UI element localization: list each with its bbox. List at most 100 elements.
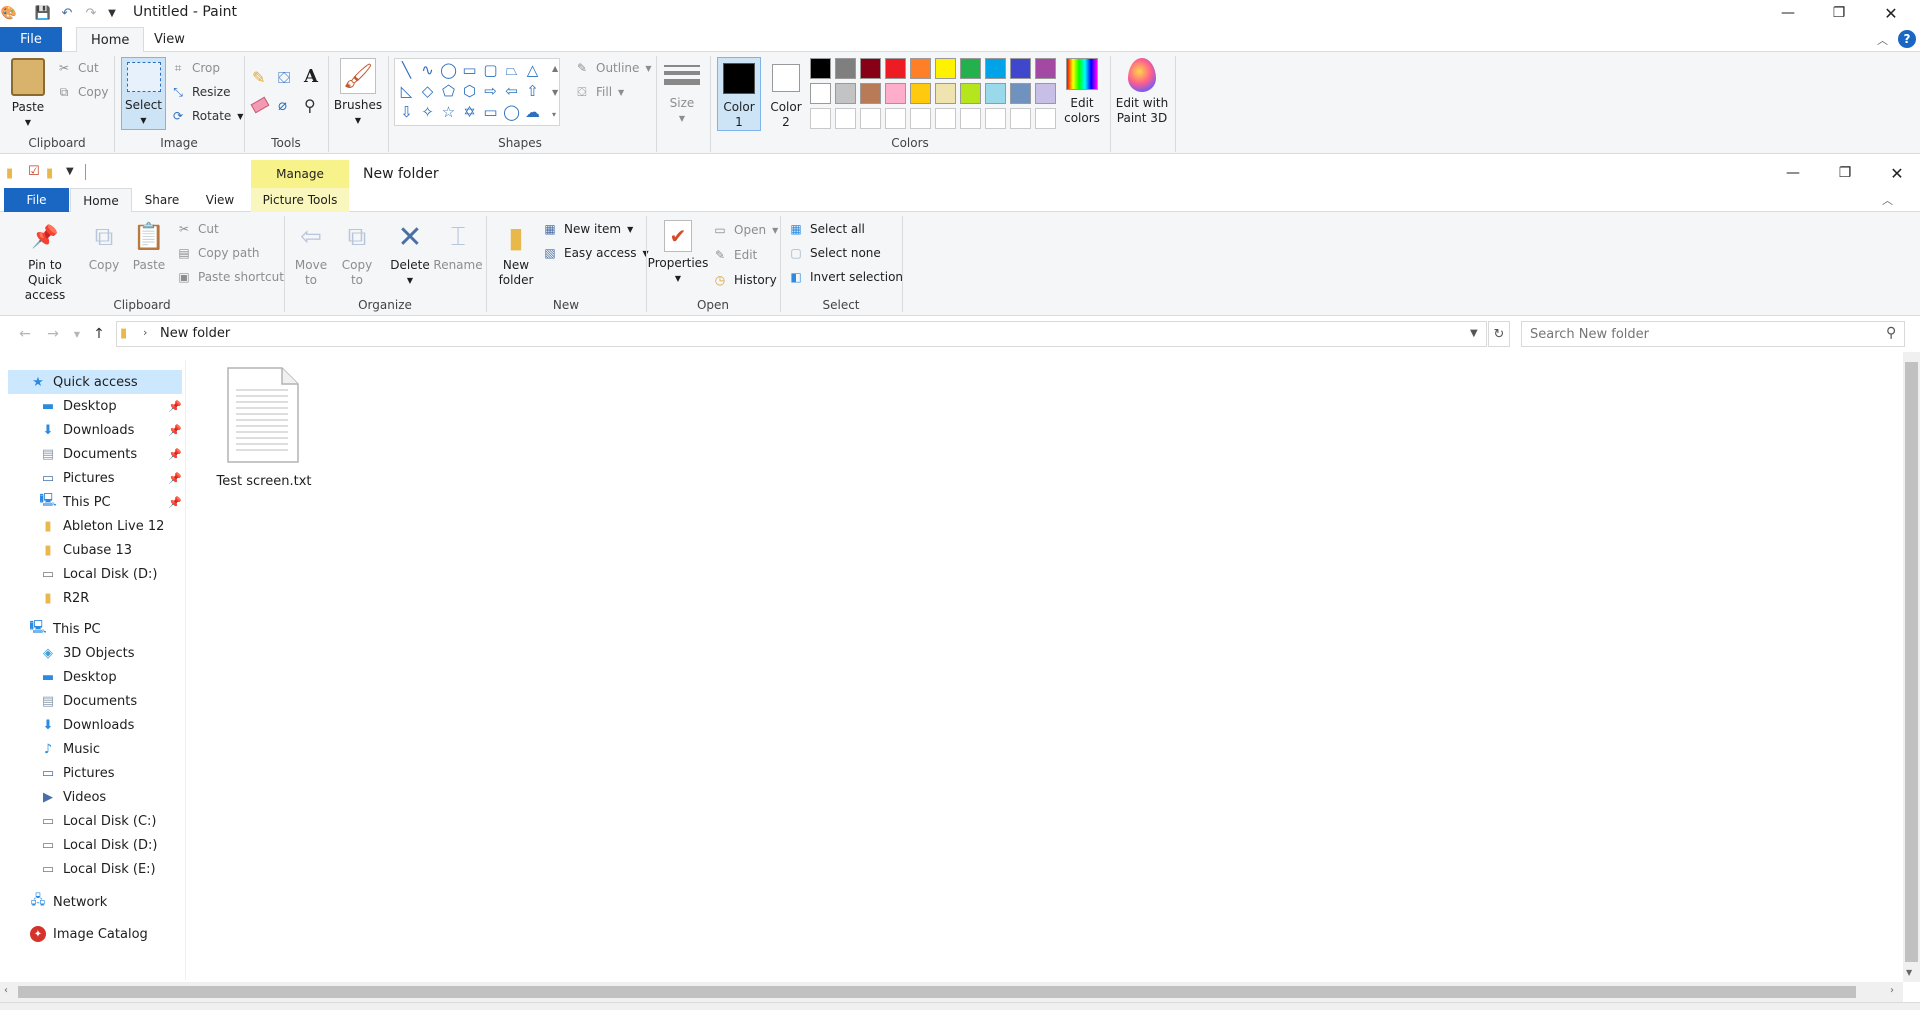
breadcrumb[interactable]: New folder (160, 326, 230, 341)
recent-locations-chevron-icon[interactable]: ▼ (66, 322, 88, 346)
custom-color-slot[interactable] (1010, 108, 1031, 129)
polygon-shape-icon[interactable]: ⏢ (503, 62, 520, 79)
search-input[interactable] (1522, 322, 1862, 346)
sidebar-item-local-disk-e[interactable]: ▭ Local Disk (E:) (40, 857, 182, 881)
shapes-scroll-up-icon[interactable]: ▲ (552, 64, 558, 73)
pin-icon[interactable]: 📌 (168, 448, 182, 461)
sidebar-item-network[interactable]: 🖧 Network (30, 890, 212, 914)
palette-swatch[interactable] (985, 58, 1006, 79)
palette-swatch[interactable] (935, 83, 956, 104)
pin-icon[interactable]: 📌 (168, 424, 182, 437)
sidebar-item-documents[interactable]: ▤ Documents (40, 689, 182, 713)
palette-swatch[interactable] (1035, 58, 1056, 79)
search-icon[interactable]: ⚲ (1886, 325, 1896, 341)
palette-swatch[interactable] (835, 58, 856, 79)
color1-button[interactable]: Color 1 (717, 57, 761, 131)
scroll-right-arrow-icon[interactable]: › (1890, 985, 1894, 996)
palette-swatch[interactable] (1010, 83, 1031, 104)
custom-color-slot[interactable] (960, 108, 981, 129)
shapes-scroll-down-icon[interactable]: ▼ (552, 88, 558, 97)
paint-tab-home[interactable]: Home (76, 27, 145, 52)
save-icon[interactable]: 💾 (34, 4, 52, 22)
sidebar-item-r2r[interactable]: ▮ R2R (40, 586, 182, 610)
paint-tab-view[interactable]: View (140, 27, 199, 52)
rectangle-shape-icon[interactable]: ▭ (461, 62, 478, 79)
oval-shape-icon[interactable]: ◯ (440, 62, 457, 79)
new-folder-button[interactable]: ▮ New folder (496, 220, 536, 288)
edit-button[interactable]: ✎ Edit (712, 245, 757, 265)
copy-path-button[interactable]: ▤ Copy path (176, 243, 259, 263)
brushes-button[interactable]: 🖌 Brushes ▼ (332, 58, 384, 128)
paint-cut-button[interactable]: ✂ Cut (56, 58, 99, 78)
rounded-rectangle-shape-icon[interactable]: ▢ (482, 62, 499, 79)
paint-minimize-button[interactable]: — (1765, 0, 1811, 26)
properties-quick-icon[interactable]: ☑ (28, 164, 40, 179)
explorer-close-button[interactable]: ✕ (1874, 160, 1920, 186)
down-arrow-shape-icon[interactable]: ⇩ (398, 104, 415, 121)
explorer-paste-button[interactable]: 📋 Paste (128, 220, 170, 273)
four-point-star-shape-icon[interactable]: ✧ (419, 104, 436, 121)
collapse-ribbon-icon[interactable]: ︿ (1882, 192, 1893, 208)
paint-tab-file[interactable]: File (0, 27, 62, 52)
right-triangle-shape-icon[interactable]: ◺ (398, 83, 415, 100)
manage-tab[interactable]: Manage (251, 160, 349, 188)
rounded-callout-shape-icon[interactable]: ▭ (482, 104, 499, 121)
palette-swatch[interactable] (860, 83, 881, 104)
shapes-expand-icon[interactable]: ▾ (552, 110, 556, 119)
pencil-icon[interactable]: ✎ (252, 68, 265, 87)
palette-swatch[interactable] (960, 58, 981, 79)
sidebar-item-quick-access[interactable]: ★ Quick access (30, 370, 212, 394)
move-to-button[interactable]: ⇦ Move to (292, 220, 330, 288)
paint-close-button[interactable]: ✕ (1868, 0, 1914, 26)
explorer-minimize-button[interactable]: — (1770, 160, 1816, 186)
horizontal-scrollbar-thumb[interactable] (18, 986, 1856, 998)
sidebar-item-this-pc[interactable]: 🖳 This PC 📌 (39, 490, 182, 514)
palette-swatch[interactable] (1010, 58, 1031, 79)
explorer-tab-view[interactable]: View (194, 188, 246, 212)
sidebar-item-this-pc[interactable]: 🖳 This PC (29, 617, 212, 641)
right-arrow-shape-icon[interactable]: ⇨ (482, 83, 499, 100)
select-button[interactable]: Select ▼ (121, 57, 166, 130)
new-item-button[interactable]: ▦ New item ▼ (542, 219, 633, 239)
up-arrow-icon[interactable]: ↑ (88, 322, 110, 346)
paint-restore-button[interactable]: ❐ (1816, 0, 1862, 26)
sidebar-item-downloads[interactable]: ⬇ Downloads 📌 (40, 418, 182, 442)
sidebar-item-3d-objects[interactable]: ◈ 3D Objects (40, 641, 182, 665)
explorer-cut-button[interactable]: ✂ Cut (176, 219, 219, 239)
sidebar-item-local-disk-c[interactable]: ▭ Local Disk (C:) (40, 809, 182, 833)
color-picker-icon[interactable]: ⌀ (278, 96, 287, 114)
explorer-restore-button[interactable]: ❐ (1822, 160, 1868, 186)
paint-copy-button[interactable]: ⧉ Copy (56, 82, 109, 102)
paste-shortcut-button[interactable]: ▣ Paste shortcut (176, 267, 284, 287)
pin-icon[interactable]: 📌 (168, 496, 182, 509)
explorer-tab-file[interactable]: File (4, 188, 69, 212)
new-folder-quick-icon[interactable]: ▮ (46, 166, 53, 181)
address-bar[interactable] (116, 321, 1487, 347)
edit-colors-button[interactable]: Edit colors (1060, 58, 1104, 126)
address-dropdown-chevron-icon[interactable]: ▼ (1470, 328, 1478, 339)
fill-button[interactable]: ⛋ Fill ▼ (574, 82, 624, 102)
refresh-icon[interactable]: ↻ (1488, 321, 1510, 347)
line-shape-icon[interactable]: ╲ (398, 62, 415, 79)
custom-color-slot[interactable] (985, 108, 1006, 129)
sidebar-item-desktop[interactable]: ▬ Desktop 📌 (40, 394, 182, 418)
left-arrow-shape-icon[interactable]: ⇦ (503, 83, 520, 100)
diamond-shape-icon[interactable]: ◇ (419, 83, 436, 100)
customize-quick-access-icon[interactable]: ▼ (103, 4, 121, 22)
back-arrow-icon[interactable]: ← (14, 322, 36, 346)
cloud-callout-shape-icon[interactable]: ☁ (524, 104, 541, 121)
sidebar-item-ableton-live-12[interactable]: ▮ Ableton Live 12 (40, 514, 182, 538)
sidebar-item-image-catalog[interactable]: ✦ Image Catalog (30, 922, 212, 946)
picture-tools-tab[interactable]: Picture Tools (251, 188, 349, 212)
custom-color-slot[interactable] (935, 108, 956, 129)
sidebar-item-videos[interactable]: ▶ Videos (40, 785, 182, 809)
forward-arrow-icon[interactable]: → (42, 322, 64, 346)
palette-swatch[interactable] (810, 83, 831, 104)
custom-color-slot[interactable] (860, 108, 881, 129)
paste-button[interactable]: Paste ▼ (8, 58, 48, 130)
undo-icon[interactable]: ↶ (58, 4, 76, 22)
file-name-label[interactable]: Test screen.txt (206, 474, 322, 489)
copy-to-button[interactable]: ⧉ Copy to (338, 220, 376, 288)
up-arrow-shape-icon[interactable]: ⇧ (524, 83, 541, 100)
customize-quick-access-icon[interactable]: ▼ (66, 166, 74, 177)
